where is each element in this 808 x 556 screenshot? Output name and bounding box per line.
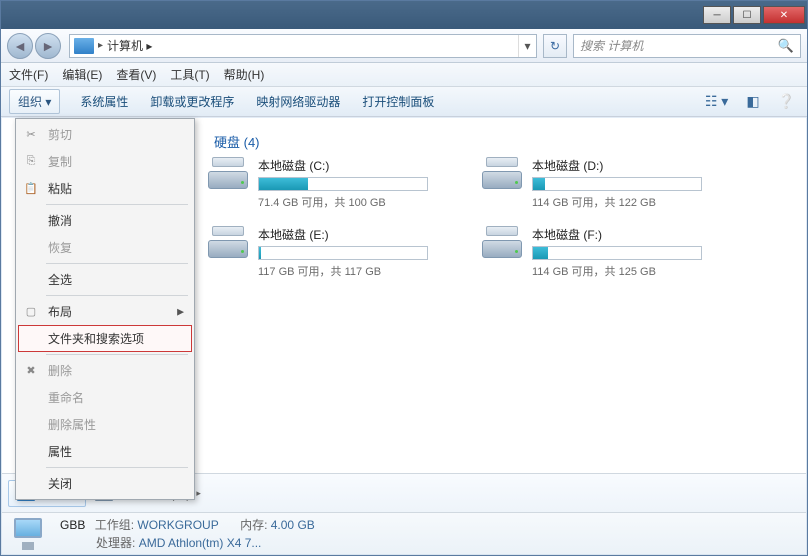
- chevron-right-icon: ▸: [98, 40, 103, 51]
- copy-icon: ⎘: [24, 155, 38, 169]
- menu-copy[interactable]: ⎘复制: [18, 148, 192, 175]
- computer-icon: [74, 38, 94, 54]
- menu-tools[interactable]: 工具(T): [170, 66, 209, 83]
- address-bar[interactable]: ▸ 计算机 ▸ ▾: [69, 34, 537, 58]
- menu-folder-options[interactable]: 文件夹和搜索选项: [18, 325, 192, 352]
- main-panel: 硬盘 (4) 本地磁盘 (C:)71.4 GB 可用，共 100 GB本地磁盘 …: [170, 118, 806, 495]
- statusbar: GBB 工作组: WORKGROUP 内存: 4.00 GB 处理器: AMD …: [2, 512, 806, 554]
- menu-undo[interactable]: 撤消: [18, 207, 192, 234]
- paste-icon: 📋: [24, 182, 38, 196]
- menubar: 文件(F) 编辑(E) 查看(V) 工具(T) 帮助(H): [1, 63, 807, 87]
- organize-dropdown: ✂剪切 ⎘复制 📋粘贴 撤消 恢复 全选 ▢布局▶ 文件夹和搜索选项 ✖删除 重…: [15, 118, 195, 500]
- drive-name: 本地磁盘 (D:): [532, 157, 730, 174]
- computer-large-icon: [10, 518, 50, 550]
- drive-name: 本地磁盘 (C:): [258, 157, 456, 174]
- menu-help[interactable]: 帮助(H): [224, 66, 265, 83]
- menu-cut[interactable]: ✂剪切: [18, 121, 192, 148]
- chevron-right-icon: ▸: [196, 488, 201, 499]
- cut-icon: ✂: [24, 128, 38, 142]
- drive-free-text: 117 GB 可用，共 117 GB: [258, 263, 456, 279]
- search-placeholder: 搜索 计算机: [580, 37, 643, 54]
- menu-redo[interactable]: 恢复: [18, 234, 192, 261]
- address-path: 计算机 ▸: [107, 37, 152, 54]
- drive-icon: [480, 157, 524, 189]
- drive-name: 本地磁盘 (F:): [532, 226, 730, 243]
- drive-free-text: 114 GB 可用，共 125 GB: [532, 263, 730, 279]
- toolbar-map-drive[interactable]: 映射网络驱动器: [256, 93, 340, 110]
- drive-free-text: 114 GB 可用，共 122 GB: [532, 194, 730, 210]
- drive-usage-bar: [258, 177, 428, 191]
- drive-icon: [480, 226, 524, 258]
- drive-free-text: 71.4 GB 可用，共 100 GB: [258, 194, 456, 210]
- toolbar-system-properties[interactable]: 系统属性: [80, 93, 128, 110]
- drive-item[interactable]: 本地磁盘 (F:) 114 GB 可用，共 125 GB: [480, 226, 730, 279]
- menu-view[interactable]: 查看(V): [116, 66, 156, 83]
- menu-select-all[interactable]: 全选: [18, 266, 192, 293]
- preview-pane-button[interactable]: ◧: [742, 91, 763, 112]
- section-header: 硬盘 (4): [182, 128, 794, 157]
- menu-paste[interactable]: 📋粘贴: [18, 175, 192, 202]
- drive-icon: [206, 157, 250, 189]
- back-button[interactable]: ◄: [7, 33, 33, 59]
- drive-usage-bar: [532, 177, 702, 191]
- menu-remove-properties[interactable]: 删除属性: [18, 411, 192, 438]
- refresh-button[interactable]: ↻: [543, 34, 567, 58]
- navbar: ◄ ► ▸ 计算机 ▸ ▾ ↻ 搜索 计算机 🔍: [1, 29, 807, 63]
- status-details: GBB 工作组: WORKGROUP 内存: 4.00 GB 处理器: AMD …: [60, 516, 333, 552]
- menu-properties[interactable]: 属性: [18, 438, 192, 465]
- search-input[interactable]: 搜索 计算机 🔍: [573, 34, 801, 58]
- drive-name: 本地磁盘 (E:): [258, 226, 456, 243]
- menu-file[interactable]: 文件(F): [9, 66, 48, 83]
- view-mode-button[interactable]: ☷ ▾: [701, 91, 732, 112]
- explorer-window: ─ ☐ ✕ ◄ ► ▸ 计算机 ▸ ▾ ↻ 搜索 计算机 🔍 文件(F) 编辑(…: [0, 0, 808, 556]
- titlebar: ─ ☐ ✕: [1, 1, 807, 29]
- computer-name: GBB: [60, 518, 85, 532]
- drive-icon: [206, 226, 250, 258]
- layout-icon: ▢: [24, 305, 38, 319]
- minimize-button[interactable]: ─: [703, 6, 731, 24]
- toolbar-control-panel[interactable]: 打开控制面板: [362, 93, 434, 110]
- drive-usage-bar: [532, 246, 702, 260]
- close-button[interactable]: ✕: [763, 6, 805, 24]
- drive-usage-bar: [258, 246, 428, 260]
- forward-button[interactable]: ►: [35, 33, 61, 59]
- drive-item[interactable]: 本地磁盘 (D:) 114 GB 可用，共 122 GB: [480, 157, 730, 210]
- maximize-button[interactable]: ☐: [733, 6, 761, 24]
- toolbar: 组织 ▾ 系统属性 卸载或更改程序 映射网络驱动器 打开控制面板 ☷ ▾ ◧ ❔: [1, 87, 807, 117]
- menu-edit[interactable]: 编辑(E): [62, 66, 102, 83]
- search-icon: 🔍: [778, 38, 794, 54]
- delete-icon: ✖: [24, 364, 38, 378]
- menu-close[interactable]: 关闭: [18, 470, 192, 497]
- toolbar-uninstall-programs[interactable]: 卸载或更改程序: [150, 93, 234, 110]
- drive-item[interactable]: 本地磁盘 (C:) 71.4 GB 可用，共 100 GB: [206, 157, 456, 210]
- menu-rename[interactable]: 重命名: [18, 384, 192, 411]
- organize-button[interactable]: 组织 ▾: [9, 89, 60, 114]
- chevron-right-icon: ▶: [177, 306, 184, 317]
- address-dropdown[interactable]: ▾: [518, 35, 536, 57]
- menu-layout[interactable]: ▢布局▶: [18, 298, 192, 325]
- menu-delete[interactable]: ✖删除: [18, 357, 192, 384]
- help-button[interactable]: ❔: [774, 91, 799, 112]
- drive-item[interactable]: 本地磁盘 (E:) 117 GB 可用，共 117 GB: [206, 226, 456, 279]
